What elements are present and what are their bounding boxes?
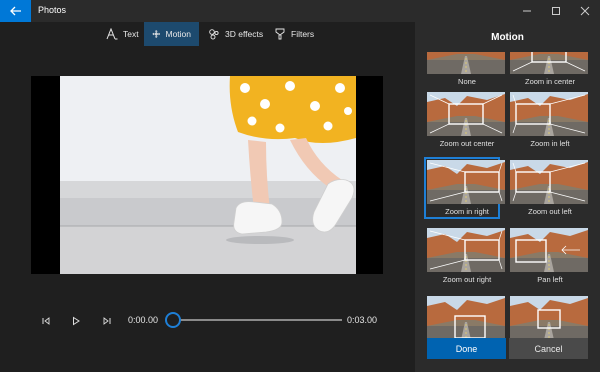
app-title: Photos (38, 5, 67, 15)
motion-option-label: Zoom out right (442, 275, 492, 284)
tab-motion[interactable]: Motion (144, 22, 199, 46)
motion-thumbnail (427, 160, 505, 204)
motion-thumbnail (510, 52, 588, 74)
previous-frame-button[interactable] (37, 312, 55, 330)
motion-thumbnail (510, 92, 588, 136)
motion-thumbnail (427, 52, 505, 74)
text-icon (106, 28, 118, 40)
maximize-icon (552, 7, 560, 15)
motion-option-label: Zoom in center (524, 77, 576, 86)
3d-effects-icon (209, 29, 219, 40)
tab-filters-label: Filters (291, 29, 315, 39)
play-icon (73, 316, 80, 326)
next-frame-button[interactable] (98, 312, 116, 330)
motion-option-label: Zoom in left (530, 139, 570, 148)
motion-thumbnail (510, 160, 588, 204)
preview-photo (60, 76, 356, 274)
next-frame-icon (103, 317, 111, 325)
motion-option-label: Pan left (537, 275, 563, 284)
back-arrow-icon (9, 6, 21, 16)
motion-options-list[interactable]: None Zoom in center Zoom out center Zoom in… (415, 52, 600, 352)
tab-motion-label: Motion (165, 29, 191, 39)
panel-title: Motion (491, 32, 524, 43)
back-button[interactable] (0, 0, 31, 22)
motion-option-label: Zoom out center (439, 139, 495, 148)
tab-3d-effects[interactable]: 3D effects (200, 22, 271, 46)
motion-thumbnail (427, 228, 505, 272)
previous-frame-icon (42, 317, 50, 325)
motion-thumbnail (427, 296, 505, 340)
maximize-button[interactable] (542, 0, 570, 22)
close-button[interactable] (571, 0, 599, 22)
tab-3d-effects-label: 3D effects (225, 29, 264, 39)
close-icon (580, 6, 590, 16)
editor-toolbar: Text Motion 3D effects Filters (0, 22, 415, 46)
minimize-icon (523, 10, 531, 12)
tab-filters[interactable]: Filters (266, 22, 322, 46)
motion-thumbnail (427, 92, 505, 136)
current-time: 0:00.00 (128, 315, 159, 325)
title-bar: Photos (0, 0, 600, 22)
cancel-button[interactable]: Cancel (509, 338, 588, 359)
seek-bar[interactable] (172, 319, 342, 321)
motion-thumbnail (510, 228, 588, 272)
motion-icon (152, 30, 161, 38)
seek-thumb[interactable] (165, 312, 181, 328)
motion-option-label: Zoom out left (528, 207, 572, 216)
play-button[interactable] (67, 312, 85, 330)
motion-thumbnail (510, 296, 588, 340)
tab-text[interactable]: Text (98, 22, 147, 46)
done-button[interactable]: Done (427, 338, 506, 359)
motion-option-label: Zoom in right (445, 207, 489, 216)
video-preview[interactable] (31, 76, 383, 274)
filters-icon (275, 28, 285, 40)
end-time: 0:03.00 (347, 315, 378, 325)
minimize-button[interactable] (513, 0, 541, 22)
motion-option-label: None (458, 77, 476, 86)
motion-panel: Motion None Zoom in center Zoom out center… (415, 22, 600, 372)
tab-text-label: Text (123, 29, 139, 39)
